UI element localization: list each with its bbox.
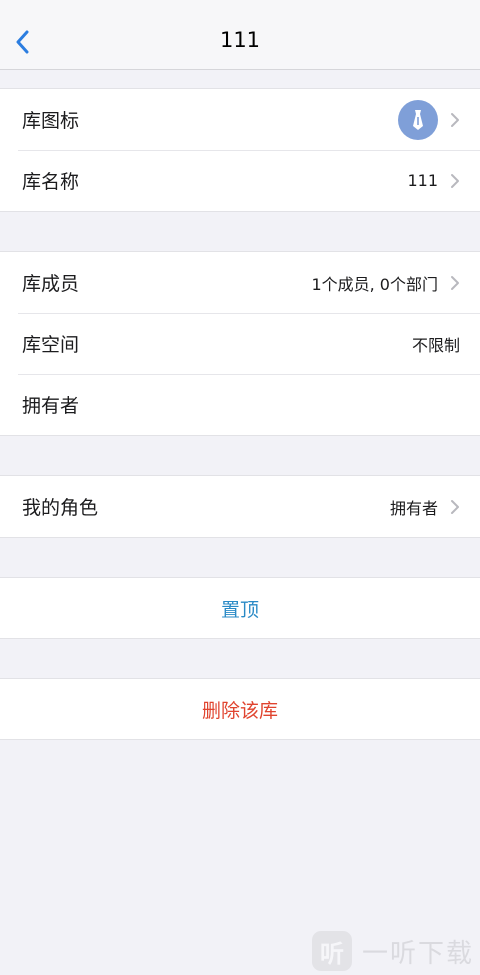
library-avatar — [398, 99, 438, 140]
library-members-row[interactable]: 库成员 1个成员, 0个部门 — [0, 252, 480, 313]
my-role-group: 我的角色 拥有者 — [0, 475, 480, 538]
library-name-label: 库名称 — [22, 171, 80, 193]
chevron-right-icon — [451, 173, 459, 188]
library-owner-label: 拥有者 — [22, 395, 80, 417]
navigation-bar: 111 — [0, 0, 480, 70]
library-space-label: 库空间 — [22, 334, 80, 356]
library-owner-row: 拥有者 — [0, 374, 480, 435]
library-basic-group: 库图标 库名称 111 — [0, 88, 480, 212]
pin-group: 置顶 — [0, 577, 480, 639]
my-role-value: 拥有者 — [389, 498, 438, 518]
library-members-group: 库成员 1个成员, 0个部门 库空间 不限制 拥有者 — [0, 251, 480, 436]
tie-icon — [413, 109, 423, 130]
library-members-value: 1个成员, 0个部门 — [311, 274, 438, 294]
watermark: 听 一听下载 — [311, 931, 474, 971]
library-icon-row[interactable]: 库图标 — [0, 89, 480, 150]
my-role-label: 我的角色 — [22, 497, 99, 519]
my-role-row[interactable]: 我的角色 拥有者 — [0, 476, 480, 537]
page-title: 111 — [219, 28, 261, 52]
library-space-row: 库空间 不限制 — [0, 313, 480, 374]
delete-library-button[interactable]: 删除该库 — [0, 679, 480, 739]
watermark-text: 一听下载 — [361, 938, 474, 969]
library-name-row[interactable]: 库名称 111 — [0, 150, 480, 211]
library-name-value: 111 — [407, 171, 438, 190]
pin-to-top-button[interactable]: 置顶 — [0, 578, 480, 638]
library-members-label: 库成员 — [22, 273, 80, 295]
library-space-value: 不限制 — [411, 335, 460, 355]
library-icon-label: 库图标 — [22, 110, 80, 132]
delete-group: 删除该库 — [0, 678, 480, 740]
watermark-logo: 听 — [311, 931, 352, 971]
chevron-right-icon — [451, 275, 459, 290]
chevron-right-icon — [451, 112, 459, 127]
chevron-right-icon — [451, 499, 459, 514]
